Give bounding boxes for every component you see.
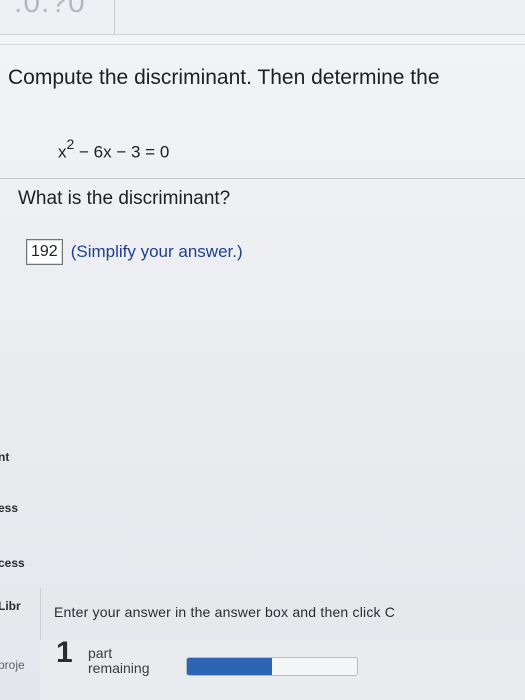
header-divider: [114, 0, 115, 34]
browser-screen: .0.?0 Compute the discriminant. Then det…: [0, 0, 525, 700]
footer-instruction: Enter your answer in the answer box and …: [54, 604, 396, 620]
parts-label-text: part remaining: [88, 645, 150, 676]
score-header: .0.?0: [0, 0, 525, 35]
top-divider: [0, 44, 525, 45]
discriminant-question: What is the discriminant?: [18, 188, 231, 209]
answer-input[interactable]: 192: [26, 239, 63, 265]
sidebar-item-library[interactable]: Libr: [0, 599, 21, 613]
equation-exponent: 2: [66, 136, 75, 152]
answer-hint: (Simplify your answer.): [70, 242, 243, 261]
sidebar-item-nt[interactable]: nt: [0, 450, 9, 464]
question-prompt: Compute the discriminant. Then determine…: [8, 66, 440, 89]
sidebar-item-ess[interactable]: ess: [0, 501, 18, 515]
equation-terms: − 6x − 3 = 0: [74, 142, 170, 162]
sidebar-item-cess[interactable]: cess: [0, 556, 25, 570]
score-fragment: .0.?0: [14, 0, 86, 19]
left-sidebar: nt ess cess Libr proje: [0, 380, 40, 700]
equation-variable: x: [58, 142, 67, 162]
progress-bar: [186, 657, 358, 676]
parts-remaining-label: part remaining: [88, 646, 149, 676]
progress-fill: [187, 658, 272, 675]
quadratic-equation: x2 − 6x − 3 = 0: [58, 136, 170, 163]
parts-remaining-count: 1: [56, 636, 73, 669]
sidebar-item-project[interactable]: proje: [0, 658, 25, 672]
answer-row: 192 (Simplify your answer.): [26, 239, 243, 265]
question-divider: [0, 178, 525, 179]
